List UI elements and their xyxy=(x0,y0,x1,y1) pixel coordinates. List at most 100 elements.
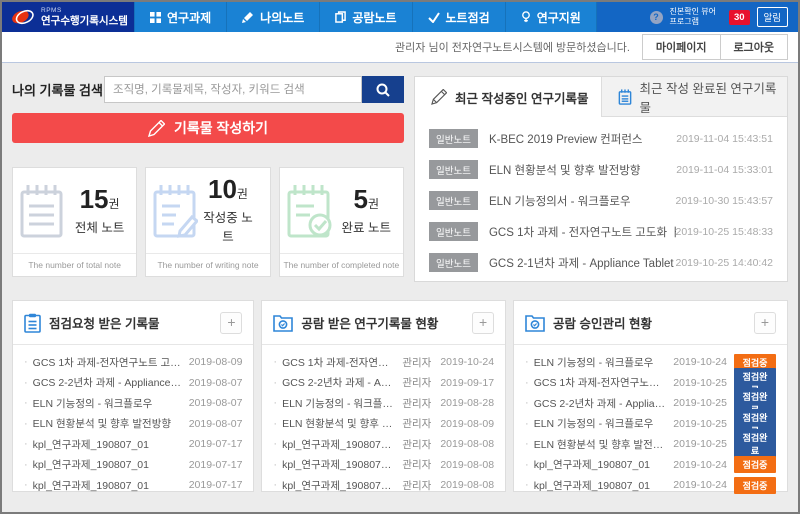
top-navigation: RPMS 연구수행기록시스템 연구과제 나의노트 xyxy=(2,2,798,32)
tab-recent-completed[interactable]: 최근 작성 완료된 연구기록물 xyxy=(601,77,788,117)
stat-unit: 권 xyxy=(237,187,248,201)
record-date: 2019-10-25 xyxy=(673,377,727,389)
record-title: GCS 2-2년차 과제 - Appliance Ta... xyxy=(33,375,183,390)
copy-icon xyxy=(335,11,346,23)
search-icon xyxy=(376,83,390,97)
list-item[interactable]: 일반노트 ELN 현황분석 및 향후 발전방향 2019-11-04 15:33… xyxy=(429,154,773,185)
list-item[interactable]: ·kpl_연구과제_190807_01관리자2019-08-08 xyxy=(273,475,494,496)
create-record-button[interactable]: 기록물 작성하기 xyxy=(12,113,404,143)
list-item[interactable]: ·ELN 기능정의 - 워크플로우관리자2019-08-28 xyxy=(273,393,494,414)
record-owner: 관리자 xyxy=(402,457,431,472)
list-item[interactable]: ·kpl_연구과제_190807_012019-10-24점검중 xyxy=(525,455,776,476)
mypage-button[interactable]: 마이페이지 xyxy=(642,34,721,60)
list-item[interactable]: ·ELN 현황분석 및 향후 발전방향2019-08-07 xyxy=(24,414,242,435)
record-title: GCS 1차 과제-전자연구노트 고도화 xyxy=(282,355,396,370)
brand-title: 연구수행기록시스템 xyxy=(41,16,128,27)
record-date: 2019-07-17 xyxy=(189,459,243,471)
tab-recent-writing[interactable]: 최근 작성중인 연구기록물 xyxy=(415,77,601,117)
notification-button[interactable]: 알림 xyxy=(757,7,788,27)
shared-records-list: ·GCS 1차 과제-전자연구노트 고도화관리자2019-10-24 ·GCS … xyxy=(262,345,505,496)
list-item[interactable]: ·kpl_연구과제_190807_01관리자2019-08-08 xyxy=(273,434,494,455)
list-item[interactable]: ·kpl_연구과제_190807_012019-07-17 xyxy=(24,475,242,496)
more-button[interactable]: + xyxy=(472,312,494,334)
list-item[interactable]: ·ELN 기능정의 - 워크플로우2019-08-07 xyxy=(24,393,242,414)
record-date: 2019-10-25 xyxy=(673,438,727,450)
list-item[interactable]: ·ELN 현황분석 및 향후 발전방향관리자2019-08-09 xyxy=(273,414,494,435)
record-date: 2019-08-08 xyxy=(440,479,494,491)
app-logo[interactable]: RPMS 연구수행기록시스템 xyxy=(2,2,134,32)
help-question-icon[interactable]: ? xyxy=(650,11,663,24)
record-title: ELN 기능정의 - 워크플로우 xyxy=(534,355,668,370)
list-item[interactable]: 일반노트 GCS 1차 과제 - 전자연구노트 고도화 ㅏ 2019-10-25… xyxy=(429,216,773,247)
menu-label: 노트점검 xyxy=(446,9,490,26)
welcome-bar: 관리자 님이 전자연구노트시스템에 방문하셨습니다. 마이페이지 로그아웃 xyxy=(2,32,798,63)
stat-card-total: 15권 전체 노트 The number of total note xyxy=(12,167,137,277)
bullet: · xyxy=(273,418,277,430)
stat-unit: 권 xyxy=(368,197,379,211)
record-owner: 관리자 xyxy=(402,478,431,493)
grid-icon xyxy=(150,12,161,23)
list-item[interactable]: ·kpl_연구과제_190807_01관리자2019-08-08 xyxy=(273,455,494,476)
record-title: ELN 기능정의 - 워크플로우 xyxy=(534,416,668,431)
note-type-badge: 일반노트 xyxy=(429,160,478,179)
list-item[interactable]: ·kpl_연구과제_190807_012019-10-24점검중 xyxy=(525,475,776,496)
record-title: ELN 기능정의 - 워크플로우 xyxy=(282,396,396,411)
record-date: 2019-08-09 xyxy=(440,418,494,430)
menu-item-research-support[interactable]: 연구지원 xyxy=(506,2,597,32)
logout-button[interactable]: 로그아웃 xyxy=(721,34,788,60)
stat-label: 작성중 노트 xyxy=(198,207,257,245)
record-title: ELN 현황분석 및 향후 발전방향 xyxy=(33,416,183,431)
record-title: kpl_연구과제_190807_01 xyxy=(282,457,396,472)
record-title: ELN 기능정의서 - 워크플로우 xyxy=(489,193,676,209)
stat-card-completed: 5권 완료 노트 The number of completed note xyxy=(279,167,404,277)
record-title: kpl_연구과제_190807_01 xyxy=(33,478,183,493)
record-title: K-BEC 2019 Preview 컨퍼런스 xyxy=(489,131,676,147)
search-input[interactable] xyxy=(104,76,362,103)
tab-label: 최근 작성 완료된 연구기록물 xyxy=(640,78,788,116)
search-button[interactable] xyxy=(362,76,404,103)
bullet: · xyxy=(24,397,28,409)
viewer-line1: 진본확인 뷰어 xyxy=(670,7,716,16)
inspection-request-list: ·GCS 1차 과제-전자연구노트 고도화2019-08-09 ·GCS 2-2… xyxy=(13,345,253,496)
note-type-badge: 일반노트 xyxy=(429,129,478,148)
menu-item-shared-note[interactable]: 공람노트 xyxy=(320,2,412,32)
more-button[interactable]: + xyxy=(754,312,776,334)
list-item[interactable]: ·GCS 1차 과제-전자연구노트 고도화관리자2019-10-24 xyxy=(273,352,494,373)
note-type-badge: 일반노트 xyxy=(429,222,478,241)
menu-item-my-note[interactable]: 나의노트 xyxy=(227,2,320,32)
bullet: · xyxy=(525,418,529,430)
menu-item-research-task[interactable]: 연구과제 xyxy=(134,2,227,32)
pencil-icon xyxy=(148,120,165,137)
recent-records-panel: 최근 작성중인 연구기록물 최근 작성 완료된 연구기록물 일반노트 xyxy=(414,76,788,282)
record-search: 나의 기록물 검색 xyxy=(12,76,404,103)
viewer-program-link[interactable]: 진본확인 뷰어 프로그램 xyxy=(670,7,716,27)
more-button[interactable]: + xyxy=(220,312,242,334)
bullet: · xyxy=(273,479,277,491)
clipboard-icon xyxy=(24,313,41,333)
record-date: 2019-07-17 xyxy=(189,438,243,450)
check-icon xyxy=(428,12,440,23)
list-item[interactable]: ·ELN 현황분석 및 향후 발전방향2019-10-25점검완료 xyxy=(525,434,776,455)
list-item[interactable]: ·GCS 2-2년차 과제 - Appliance Ta...관리자2019-0… xyxy=(273,373,494,394)
menu-item-note-check[interactable]: 노트점검 xyxy=(413,2,506,32)
shared-records-panel: 공람 받은 연구기록물 현황 + ·GCS 1차 과제-전자연구노트 고도화관리… xyxy=(261,300,506,492)
list-item[interactable]: ·GCS 2-2년차 과제 - Appliance Ta...2019-08-0… xyxy=(24,373,242,394)
list-item[interactable]: ·kpl_연구과제_190807_012019-07-17 xyxy=(24,455,242,476)
record-date: 2019-10-24 xyxy=(673,479,727,491)
list-item[interactable]: ·GCS 1차 과제-전자연구노트 고도화2019-08-09 xyxy=(24,352,242,373)
list-item[interactable]: 일반노트 GCS 2-1년차 과제 - Appliance Tablet 차 2… xyxy=(429,247,773,278)
list-item[interactable]: ·kpl_연구과제_190807_012019-07-17 xyxy=(24,434,242,455)
brand-abbr: RPMS xyxy=(41,8,128,15)
list-item[interactable]: 일반노트 K-BEC 2019 Preview 컨퍼런스 2019-11-04 … xyxy=(429,123,773,154)
list-item[interactable]: 일반노트 ELN 기능정의서 - 워크플로우 2019-10-30 15:43:… xyxy=(429,185,773,216)
notification-count-badge: 30 xyxy=(729,10,750,25)
record-date: 2019-09-17 xyxy=(440,377,494,389)
status-badge: 점검중 xyxy=(734,477,776,494)
bullet: · xyxy=(24,459,28,471)
record-date: 2019-10-24 xyxy=(440,356,494,368)
bullet: · xyxy=(24,438,28,450)
bullet: · xyxy=(24,479,28,491)
left-column: 나의 기록물 검색 기록물 작성하기 xyxy=(12,76,404,282)
record-title: GCS 2-2년차 과제 - Appliance Ta... xyxy=(282,375,396,390)
pencil-icon xyxy=(242,11,254,23)
